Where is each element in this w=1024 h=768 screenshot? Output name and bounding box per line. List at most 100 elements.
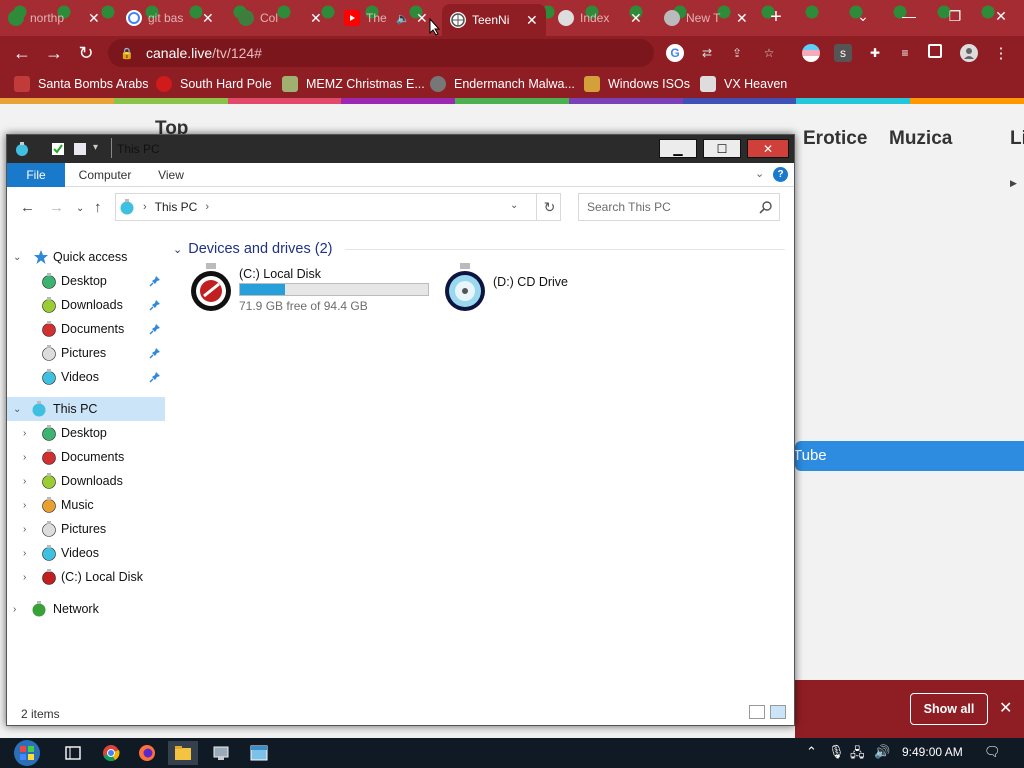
- breadcrumb-this-pc[interactable]: This PC: [155, 200, 198, 214]
- lock-icon[interactable]: 🔒: [120, 47, 134, 60]
- bookmark-memz-christmas[interactable]: MEMZ Christmas E...: [282, 76, 425, 92]
- browser-tab-5-active[interactable]: TeenNi ✕: [442, 4, 546, 36]
- close-tab-icon[interactable]: ✕: [88, 10, 100, 27]
- clock[interactable]: 9:49:00 AM: [902, 745, 963, 759]
- bookmark-endermanch-malware[interactable]: Endermanch Malwa...: [430, 76, 575, 92]
- search-input[interactable]: Search This PC: [578, 193, 780, 221]
- site-nav-li[interactable]: Li: [1010, 128, 1024, 150]
- browser-tab-4[interactable]: The 🔈 ✕: [336, 4, 436, 32]
- nav-item-c-local-disk[interactable]: › (C:) Local Disk: [7, 565, 165, 589]
- nav-item-pictures[interactable]: Pictures: [7, 341, 165, 365]
- nav-item-videos[interactable]: Videos: [7, 365, 165, 389]
- nav-item-downloads[interactable]: › Downloads: [7, 469, 165, 493]
- chevron-right-icon[interactable]: ›: [23, 524, 26, 535]
- properties-icon[interactable]: [51, 142, 65, 156]
- address-bar[interactable]: 🔒 canale.live/tv/124#: [108, 39, 654, 67]
- nav-item-music[interactable]: › Music: [7, 493, 165, 517]
- profile-avatar-icon[interactable]: [960, 44, 978, 62]
- nav-item-videos[interactable]: › Videos: [7, 541, 165, 565]
- media-control-icon[interactable]: ≡: [896, 44, 914, 62]
- youtube-link-button[interactable]: Tube: [793, 441, 1024, 471]
- scroll-right-icon[interactable]: ▶: [1010, 178, 1017, 189]
- extension-flag-icon[interactable]: [802, 44, 820, 62]
- title-bar[interactable]: ▾ This PC ▁ ☐ ✕: [7, 135, 794, 163]
- up-arrow-icon[interactable]: ↑: [94, 199, 102, 216]
- new-tab-button[interactable]: +: [764, 6, 788, 30]
- window-app-icon[interactable]: [244, 741, 274, 765]
- pin-icon[interactable]: [149, 323, 161, 335]
- tray-expand-icon[interactable]: ⌃: [806, 744, 817, 760]
- site-nav-erotice[interactable]: Erotice: [803, 128, 867, 150]
- bookmark-vx-heaven[interactable]: VX Heaven: [700, 76, 787, 92]
- close-tab-icon[interactable]: ✕: [736, 10, 748, 27]
- tab-computer[interactable]: Computer: [73, 163, 137, 187]
- chevron-right-icon[interactable]: ›: [23, 500, 26, 511]
- customize-quick-access-icon[interactable]: ▾: [93, 142, 98, 153]
- chevron-right-icon[interactable]: ›: [13, 604, 16, 615]
- close-tab-icon[interactable]: ✕: [416, 10, 428, 27]
- bookmark-santa-bombs-arabs[interactable]: Santa Bombs Arabs: [14, 76, 148, 92]
- close-tab-icon[interactable]: ✕: [630, 10, 642, 27]
- bookmark-windows-isos[interactable]: Windows ISOs: [584, 76, 690, 92]
- refresh-icon[interactable]: ↻: [536, 194, 562, 220]
- chevron-right-icon[interactable]: ›: [23, 428, 26, 439]
- nav-item-documents[interactable]: Documents: [7, 317, 165, 341]
- nav-item-desktop[interactable]: Desktop: [7, 269, 165, 293]
- chevron-right-icon[interactable]: ›: [23, 452, 26, 463]
- network-tray-icon[interactable]: 🖧: [850, 744, 865, 766]
- nav-item-documents[interactable]: › Documents: [7, 445, 165, 469]
- forward-arrow-icon[interactable]: →: [42, 41, 66, 65]
- kebab-menu-icon[interactable]: ⋮: [992, 44, 1010, 62]
- chevron-right-icon[interactable]: ›: [205, 201, 209, 213]
- start-orb-icon[interactable]: [8, 738, 46, 768]
- drive-d-cd-drive[interactable]: (D:) CD Drive: [443, 263, 603, 319]
- browser-tab-2[interactable]: git bas ✕: [118, 4, 222, 32]
- chevron-right-icon[interactable]: ›: [23, 476, 26, 487]
- firefox-icon[interactable]: [132, 741, 162, 765]
- close-tab-icon[interactable]: ✕: [202, 10, 214, 27]
- group-header-devices[interactable]: ⌄ Devices and drives (2): [173, 241, 332, 257]
- chevron-down-icon[interactable]: ⌄: [173, 243, 182, 256]
- chevron-right-icon[interactable]: ›: [23, 572, 26, 583]
- new-folder-icon[interactable]: [73, 142, 87, 156]
- nav-this-pc[interactable]: ⌄ This PC: [7, 397, 165, 421]
- site-nav-muzica[interactable]: Muzica: [889, 128, 952, 150]
- chevron-down-icon[interactable]: ⌄: [13, 252, 21, 263]
- network-app-icon[interactable]: [206, 741, 236, 765]
- close-tab-icon[interactable]: ✕: [310, 10, 322, 27]
- chevron-down-icon[interactable]: ⌄: [13, 404, 21, 415]
- tab-view[interactable]: View: [151, 163, 191, 187]
- restore-icon[interactable]: ❐: [932, 0, 978, 32]
- close-tab-icon[interactable]: ✕: [526, 12, 538, 29]
- google-lens-icon[interactable]: G: [666, 44, 684, 62]
- drive-c-local-disk[interactable]: (C:) Local Disk 71.9 GB free of 94.4 GB: [189, 263, 429, 319]
- recent-locations-icon[interactable]: ⌄: [76, 203, 84, 214]
- expand-ribbon-icon[interactable]: ⌄: [755, 167, 764, 180]
- pin-icon[interactable]: [149, 299, 161, 311]
- address-path-box[interactable]: › This PC › ⌄ ↻: [115, 193, 561, 221]
- chevron-right-icon[interactable]: ›: [143, 201, 147, 213]
- browser-tab-3[interactable]: Col ✕: [230, 4, 330, 32]
- minimize-icon[interactable]: —: [886, 0, 932, 32]
- maximize-button[interactable]: ☐: [703, 139, 741, 158]
- tab-file[interactable]: File: [7, 163, 65, 187]
- nav-item-desktop[interactable]: › Desktop: [7, 421, 165, 445]
- translate-icon[interactable]: ⇄: [698, 44, 716, 62]
- tab-search-icon[interactable]: ⌄: [840, 0, 886, 32]
- task-view-icon[interactable]: [58, 741, 88, 765]
- browser-tab-6[interactable]: Index ✕: [550, 4, 650, 32]
- bookmark-south-hard-pole[interactable]: South Hard Pole: [156, 76, 272, 92]
- microphone-icon[interactable]: 🎙: [828, 744, 845, 760]
- extensions-puzzle-icon[interactable]: ✚: [866, 44, 884, 62]
- file-explorer-icon[interactable]: [168, 741, 198, 765]
- details-view-icon[interactable]: [749, 705, 765, 719]
- speaker-icon[interactable]: 🔈: [396, 12, 410, 25]
- pin-icon[interactable]: [149, 347, 161, 359]
- large-icons-view-icon[interactable]: [770, 705, 786, 719]
- volume-icon[interactable]: 🔊: [874, 744, 890, 760]
- nav-quick-access[interactable]: ⌄ Quick access: [7, 245, 165, 269]
- browser-tab-1[interactable]: northp ✕: [0, 4, 108, 32]
- back-arrow-icon[interactable]: ←: [10, 41, 34, 65]
- reload-icon[interactable]: ↻: [74, 41, 98, 65]
- extension-s-icon[interactable]: s: [834, 44, 852, 62]
